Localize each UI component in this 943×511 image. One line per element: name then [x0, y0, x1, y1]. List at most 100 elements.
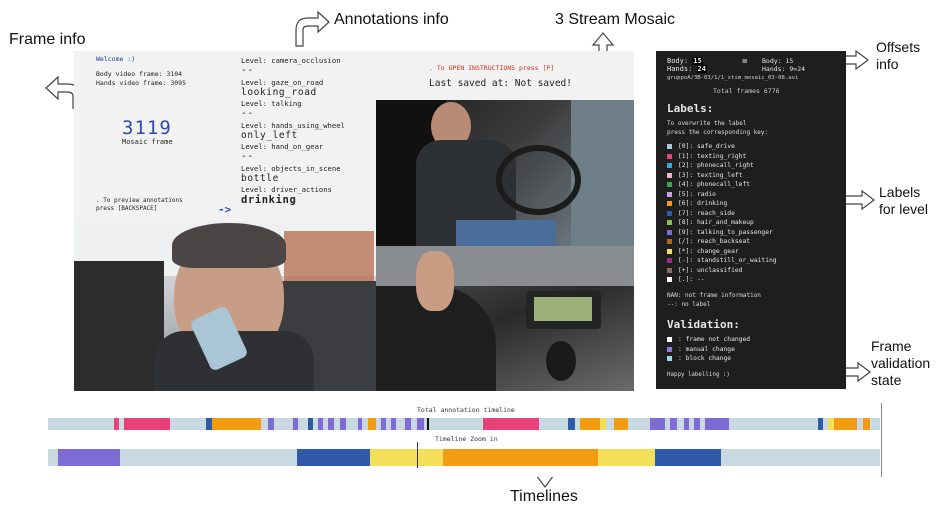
label-item: [2]: phonecall_right [667, 161, 777, 171]
timeline-segment[interactable] [597, 449, 656, 466]
mosaic-frame-number: 3119 [122, 117, 172, 139]
hands-offset-value: 24 [696, 65, 707, 73]
timeline-segment[interactable] [340, 418, 346, 430]
level-name: Level: hands_using_wheel [241, 120, 345, 130]
timeline-segment[interactable] [292, 418, 298, 430]
label-item: [6]: drinking [667, 199, 777, 209]
preview-hint: . To preview annotations press [BACKSPAC… [96, 197, 236, 213]
label-text: [1]: texting_right [678, 152, 747, 160]
timeline-segment[interactable] [705, 418, 729, 430]
timeline-segment[interactable] [443, 449, 598, 466]
total-annotation-timeline[interactable] [48, 418, 880, 430]
annotation-levels: Level: camera_occlusion -- Level: gaze_o… [241, 56, 381, 207]
timeline-segment[interactable] [863, 418, 870, 430]
timeline-segment[interactable] [368, 418, 376, 430]
label-item: [5]: radio [667, 190, 777, 200]
annotations-info-arrow-icon [295, 10, 330, 47]
hands-camera-video [376, 246, 634, 391]
timeline-segment[interactable] [599, 418, 607, 430]
timeline-segment[interactable] [369, 449, 444, 466]
label-text: [.]: -- [678, 276, 705, 284]
validation-color-swatch [667, 337, 672, 343]
label-text: [3]: texting_left [678, 171, 743, 179]
timeline-segment[interactable] [817, 418, 824, 430]
open-instructions-hint: . To OPEN INSTRUCTIONS press [P] [429, 64, 555, 72]
timeline-segment[interactable] [380, 418, 386, 430]
validation-text: : manual change [678, 345, 735, 353]
label-list: [0]: safe_drive [1]: texting_right [2]: ph… [667, 142, 777, 285]
timeline-segment[interactable] [404, 418, 411, 430]
timeline-segment[interactable] [655, 449, 722, 466]
annotations-info-callout: Annotations info [334, 11, 449, 28]
labels-heading: Labels: [667, 102, 714, 115]
happy-labelling-text: Happy labelling :) [667, 372, 730, 378]
label-item: [/]: reach_backseat [667, 237, 777, 247]
nan-legend: NAN: not frame information --: no label [667, 291, 761, 309]
level-name: Level: hand_on_gear [241, 142, 324, 151]
level-value: -- [241, 65, 254, 76]
label-text: [5]: radio [678, 190, 716, 198]
timeline-segment[interactable] [317, 418, 323, 430]
label-item: [9]: talking_to_passenger [667, 228, 777, 238]
level-name: Level: talking [241, 99, 302, 108]
timeline-segment[interactable] [579, 418, 600, 430]
offsets-info-callout: Offsets info [876, 39, 921, 72]
nan-legend-line2: --: no label [667, 301, 711, 308]
timeline-segment[interactable] [267, 418, 275, 430]
label-item: [.]: -- [667, 275, 777, 285]
validation-text: : frame not changed [678, 336, 751, 344]
label-color-swatch [667, 220, 672, 226]
label-color-swatch [667, 191, 672, 197]
timelines-callout: Timelines [510, 488, 578, 505]
label-item: [+]: unclassified [667, 266, 777, 276]
timeline-segment[interactable] [211, 418, 261, 430]
timeline-segment[interactable] [307, 418, 313, 430]
timeline-segment[interactable] [650, 418, 666, 430]
labels-for-level-callout: Labels for level [879, 184, 929, 217]
body-video-frame: Body video frame: 3104 [96, 70, 183, 78]
timeline-segment[interactable] [670, 418, 677, 430]
file-name: gruppoA/3B-03/1/1_stim_mosaic_03-08.avi [667, 75, 799, 81]
total-timeline-position-marker [427, 418, 430, 430]
label-color-swatch [667, 153, 672, 159]
hands-offset-right: Hands: 9=24 [762, 65, 806, 73]
timeline-segment[interactable] [483, 418, 539, 430]
label-text: [*]: change_gear [678, 247, 739, 255]
timeline-cursor[interactable] [417, 442, 418, 468]
label-color-swatch [667, 201, 672, 207]
nan-legend-line1: NAN: not frame information [667, 292, 761, 299]
timeline-segment[interactable] [568, 418, 575, 430]
timeline-segment[interactable] [390, 418, 396, 430]
label-color-swatch [667, 172, 672, 178]
label-item: [*]: change_gear [667, 247, 777, 257]
timeline-segment[interactable] [834, 418, 857, 430]
timeline-segment[interactable] [328, 418, 335, 430]
zoom-timeline[interactable] [48, 449, 880, 466]
timeline-segment[interactable] [694, 418, 701, 430]
timeline-segment[interactable] [123, 418, 171, 430]
body-camera-video [376, 100, 634, 246]
validation-item: : manual change [667, 345, 750, 355]
label-color-swatch [667, 258, 672, 264]
last-saved-status: Last saved at: Not saved! [429, 78, 572, 89]
label-color-swatch [667, 239, 672, 245]
info-panel: Body: 15 Hands: 24 = Body: 15 Hands: 9=2… [656, 51, 846, 389]
mosaic-frame-label: Mosaic frame [122, 138, 173, 146]
label-item: [7]: reach_side [667, 209, 777, 219]
timeline-segment[interactable] [113, 418, 119, 430]
offsets-right: Body: 15 Hands: 9=24 [762, 57, 805, 73]
timelines-panel: Total annotation timeline Timeline Zoom … [46, 403, 882, 477]
label-text: [2]: phonecall_right [678, 162, 754, 170]
timeline-segment[interactable] [683, 418, 690, 430]
total-frames: Total frames 6776 [713, 87, 780, 95]
timeline-segment[interactable] [296, 449, 370, 466]
label-item: [-]: standstill_or_waiting [667, 256, 777, 266]
validation-item: : block change [667, 354, 750, 364]
timeline-segment[interactable] [417, 418, 425, 430]
label-text: [+]: unclassified [678, 266, 743, 274]
label-text: [6]: drinking [678, 200, 728, 208]
timeline-segment[interactable] [357, 418, 363, 430]
timeline-segment[interactable] [613, 418, 628, 430]
label-text: [0]: safe_drive [678, 143, 735, 151]
timeline-segment[interactable] [57, 449, 121, 466]
